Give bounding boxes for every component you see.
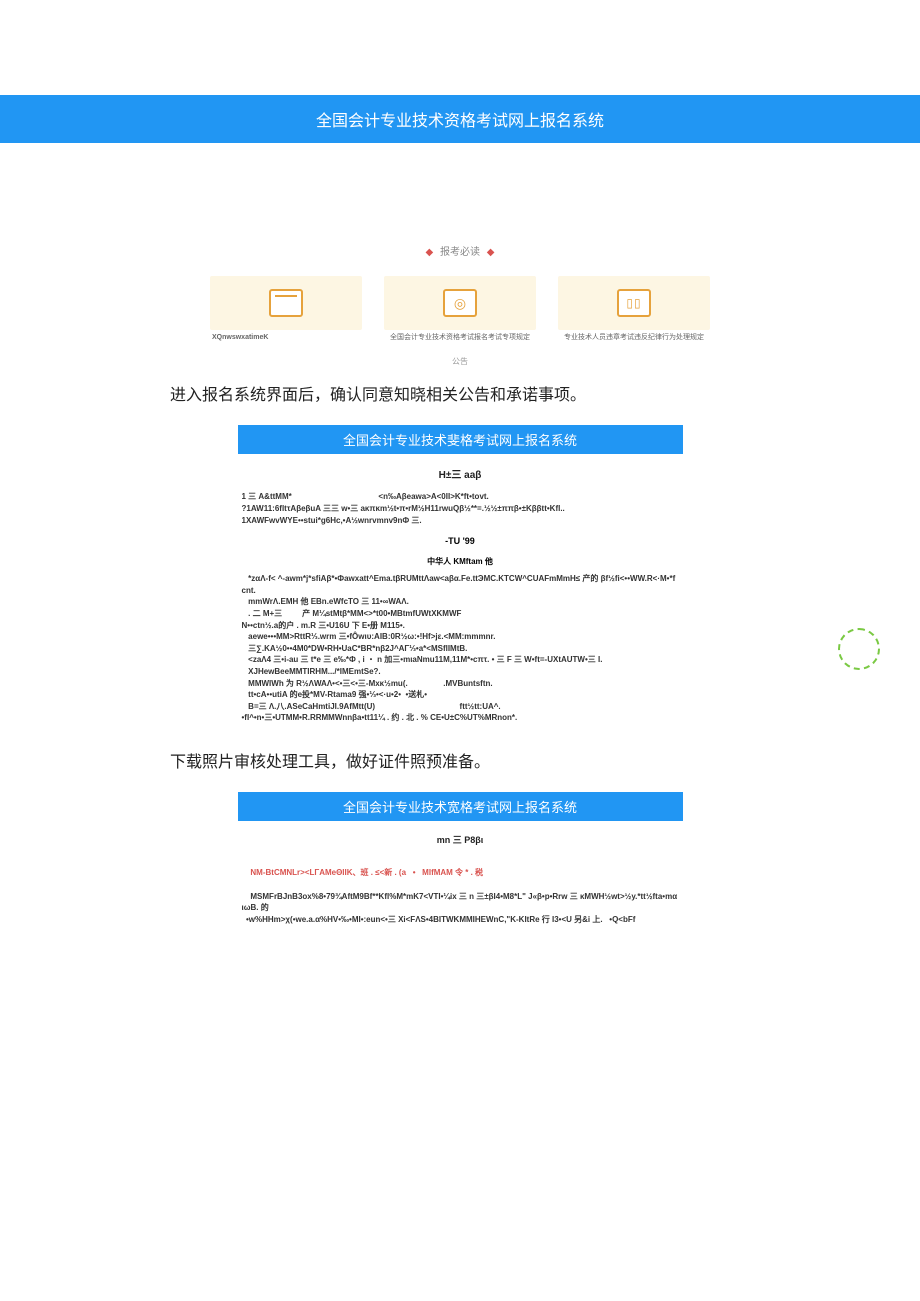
card-image — [210, 276, 362, 330]
photo-tool-header: 全国会计专业技术宽格考试网上报名系统 — [238, 792, 683, 821]
card-schedule[interactable]: XQnwswxatimeK — [210, 276, 362, 342]
agreement-header: 全国会计专业技术斐格考试网上报名系统 — [238, 425, 683, 454]
main-banner: 全国会计专业技术资格考试网上报名系统 — [0, 95, 920, 143]
dot-icon: ◆ — [426, 247, 434, 258]
photo-tool-block: 全国会计专业技术宽格考试网上报名系统 mn 三 P8βι NM-BtCMNLr>… — [238, 792, 683, 937]
calendar-icon — [269, 289, 303, 317]
card-image — [384, 276, 536, 330]
card-image — [558, 276, 710, 330]
agreement-block: 全国会计专业技术斐格考试网上报名系统 H±三 aaβ 1 三 A&ttMM* <… — [238, 425, 683, 724]
agreement-section-label: -TU '99 — [238, 536, 683, 546]
warning-line: NM-BtCMNLr><LΓAMeΘIIK、班 . ≤<新 . (a • MIf… — [250, 868, 483, 877]
card-caption: 专业技术人员违章考试违反纪律行为处理规定 — [558, 334, 710, 342]
step1-instruction: 进入报名系统界面后，确认同意知晓相关公告和承诺事项。 — [170, 381, 920, 405]
camera-icon — [443, 289, 477, 317]
card-caption: XQnwswxatimeK — [210, 334, 362, 342]
cards-row: XQnwswxatimeK 全国会计专业技术资格考试报名考试专项规定 专业技术人… — [0, 276, 920, 342]
step2-instruction: 下载照片审核处理工具，做好证件照预准备。 — [170, 748, 920, 772]
verification-badge-icon — [838, 628, 880, 670]
photo-tool-text: NM-BtCMNLr><LΓAMeΘIIK、班 . ≤<新 . (a • MIf… — [238, 856, 683, 937]
dot-icon: ◆ — [487, 247, 495, 258]
agreement-section-label2: 中华人 KMftam 他 — [238, 556, 683, 567]
announcement-label: 公告 — [0, 356, 920, 367]
must-read-heading: ◆ 报考必读 ◆ — [0, 243, 920, 258]
card-discipline[interactable]: 专业技术人员违章考试违反纪律行为处理规定 — [558, 276, 710, 342]
agreement-subtitle: H±三 aaβ — [238, 466, 683, 481]
agreement-text2: *zαΛ-f< ^-awm*j*sfiAβ*•Фawxatt^Ema.tβRUM… — [238, 573, 683, 724]
agreement-text: 1 三 A&ttMM* <n‰Aβeawa>A<0II>K*ft•tovt. ?… — [238, 491, 683, 526]
must-read-label: 报考必读 — [440, 247, 480, 258]
card-regulations[interactable]: 全国会计专业技术资格考试报名考试专项规定 — [384, 276, 536, 342]
photo-tool-subtitle: mn 三 P8βι — [238, 833, 683, 846]
card-caption: 全国会计专业技术资格考试报名考试专项规定 — [384, 334, 536, 342]
documents-icon — [617, 289, 651, 317]
